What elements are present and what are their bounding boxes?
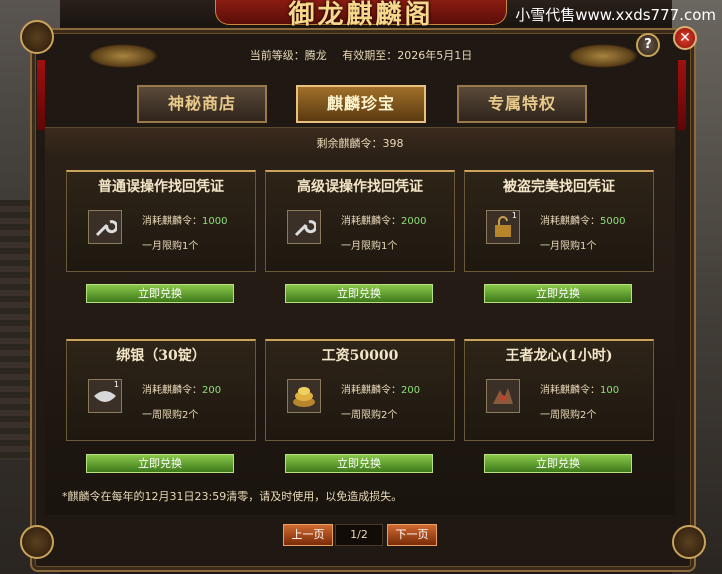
item-card: 被盗完美找回凭证 1 消耗麒麟令：5000 一月限购1个 xyxy=(464,170,654,272)
expiry-date: 有效期至：2026年5月1日 xyxy=(342,49,473,62)
watermark-text: 小雪代售www.xxds777.com xyxy=(515,6,716,24)
icon-count: 1 xyxy=(113,380,119,389)
corner-ornament-icon xyxy=(672,525,706,559)
item-title: 普通误操作找回凭证 xyxy=(98,179,224,195)
tab-qilin-treasure[interactable]: 麒麟珍宝 xyxy=(296,85,426,123)
exchange-button[interactable]: 立即兑换 xyxy=(86,284,234,303)
exchange-button[interactable]: 立即兑换 xyxy=(484,454,632,473)
next-page-button[interactable]: 下一页 xyxy=(387,524,437,546)
corner-ornament-icon xyxy=(20,525,54,559)
exchange-button[interactable]: 立即兑换 xyxy=(86,454,234,473)
item-title: 被盗完美找回凭证 xyxy=(503,179,615,195)
silver-ingot-icon[interactable]: 1 xyxy=(88,379,122,413)
page-indicator: 1/2 xyxy=(335,524,383,546)
exchange-button[interactable]: 立即兑换 xyxy=(484,284,632,303)
tassel-decoration xyxy=(37,60,45,130)
item-limit: 一月限购1个 xyxy=(341,241,398,252)
exchange-button[interactable]: 立即兑换 xyxy=(285,454,433,473)
item-title: 王者龙心(1小时) xyxy=(505,348,613,364)
close-button[interactable]: ✕ xyxy=(673,26,697,50)
item-card: 王者龙心(1小时) 消耗麒麟令：100 一周限购2个 xyxy=(464,339,654,441)
item-cost: 消耗麒麟令：200 xyxy=(341,385,421,396)
token-reset-note: *麒麟令在每年的12月31日23:59清零，请及时使用，以免造成损失。 xyxy=(62,490,403,503)
gold-coins-icon[interactable] xyxy=(287,379,321,413)
item-card: 高级误操作找回凭证 消耗麒麟令：2000 一月限购1个 xyxy=(265,170,455,272)
item-cost: 消耗麒麟令：1000 xyxy=(142,216,228,227)
window-title: 御龙麒麟阁 xyxy=(288,0,434,30)
item-limit: 一周限购2个 xyxy=(540,410,597,421)
item-card: 绑银（30锭） 1 消耗麒麟令：200 一周限购2个 xyxy=(66,339,256,441)
exchange-button[interactable]: 立即兑换 xyxy=(285,284,433,303)
title-banner: 御龙麒麟阁 xyxy=(215,0,507,30)
item-limit: 一周限购2个 xyxy=(142,410,199,421)
item-title: 工资50000 xyxy=(321,348,399,364)
item-card: 普通误操作找回凭证 消耗麒麟令：1000 一月限购1个 xyxy=(66,170,256,272)
current-level: 当前等级：腾龙 xyxy=(249,49,327,62)
help-button[interactable]: ? xyxy=(636,33,660,57)
prev-page-button[interactable]: 上一页 xyxy=(283,524,333,546)
wrench-icon[interactable] xyxy=(287,210,321,244)
icon-count: 1 xyxy=(511,211,517,220)
item-cost: 消耗麒麟令：5000 xyxy=(540,216,626,227)
item-limit: 一周限购2个 xyxy=(341,410,398,421)
dragon-heart-icon[interactable] xyxy=(486,379,520,413)
item-cost: 消耗麒麟令：100 xyxy=(540,385,620,396)
tab-exclusive-privilege[interactable]: 专属特权 xyxy=(457,85,587,123)
item-cost: 消耗麒麟令：200 xyxy=(142,385,222,396)
lock-icon[interactable]: 1 xyxy=(486,210,520,244)
remaining-tokens: 剩余麒麟令：398 xyxy=(45,127,675,161)
item-title: 高级误操作找回凭证 xyxy=(297,179,423,195)
tab-mystery-shop[interactable]: 神秘商店 xyxy=(137,85,267,123)
level-info: 当前等级：腾龙 有效期至：2026年5月1日 xyxy=(0,47,722,67)
tassel-decoration xyxy=(678,60,686,130)
item-limit: 一月限购1个 xyxy=(142,241,199,252)
item-title: 绑银（30锭） xyxy=(116,348,206,364)
item-cost: 消耗麒麟令：2000 xyxy=(341,216,427,227)
item-limit: 一月限购1个 xyxy=(540,241,597,252)
wrench-icon[interactable] xyxy=(88,210,122,244)
item-card: 工资50000 消耗麒麟令：200 一周限购2个 xyxy=(265,339,455,441)
